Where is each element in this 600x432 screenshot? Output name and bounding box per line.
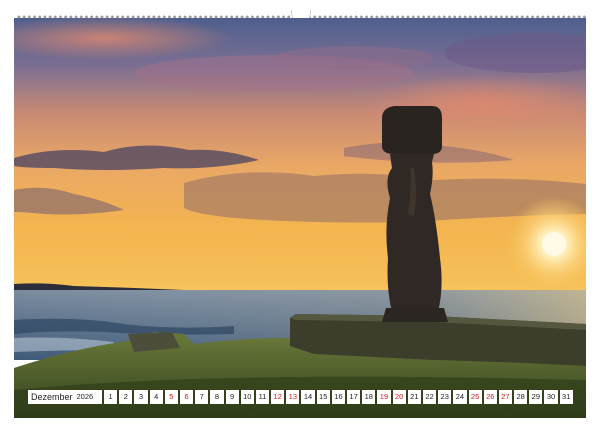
day-cell: 13	[286, 390, 300, 404]
day-cell: 30	[544, 390, 558, 404]
day-cell: 17	[347, 390, 361, 404]
day-cell: 26	[483, 390, 497, 404]
day-cell: 8	[210, 390, 224, 404]
day-cell: 3	[134, 390, 148, 404]
day-cell: 10	[240, 390, 254, 404]
day-cell: 19	[377, 390, 391, 404]
day-cell: 4	[149, 390, 163, 404]
calendar-page: Dezember 2026 1 2 3 4 5 6 7 8 9 10 11 12 13 14 15 16 17 1…	[0, 0, 600, 432]
year-label: 2026	[76, 392, 94, 401]
day-cell: 15	[316, 390, 330, 404]
calendar-strip: Dezember 2026 1 2 3 4 5 6 7 8 9 10 11 12 13 14 15 16 17 1…	[28, 390, 573, 404]
day-cell: 20	[392, 390, 406, 404]
day-cell: 12	[271, 390, 285, 404]
day-cell: 24	[453, 390, 467, 404]
day-cell: 21	[407, 390, 421, 404]
day-cell: 1	[104, 390, 118, 404]
day-cell: 29	[529, 390, 543, 404]
day-cell: 31	[559, 390, 573, 404]
day-cell: 25	[468, 390, 482, 404]
month-label: Dezember 2026	[28, 390, 102, 404]
day-cell: 11	[255, 390, 270, 404]
day-cell: 22	[422, 390, 437, 404]
day-cell: 18	[362, 390, 376, 404]
month-name: Dezember	[31, 392, 73, 402]
day-cell: 5	[164, 390, 178, 404]
day-cell: 23	[438, 390, 452, 404]
day-cell: 7	[195, 390, 209, 404]
day-cell: 2	[119, 390, 133, 404]
day-cell: 28	[514, 390, 528, 404]
day-cell: 9	[225, 390, 239, 404]
day-cell: 27	[498, 390, 513, 404]
moai-sunset-photo	[14, 18, 586, 418]
day-cell: 16	[331, 390, 345, 404]
day-cell: 14	[301, 390, 315, 404]
day-cell: 6	[179, 390, 194, 404]
